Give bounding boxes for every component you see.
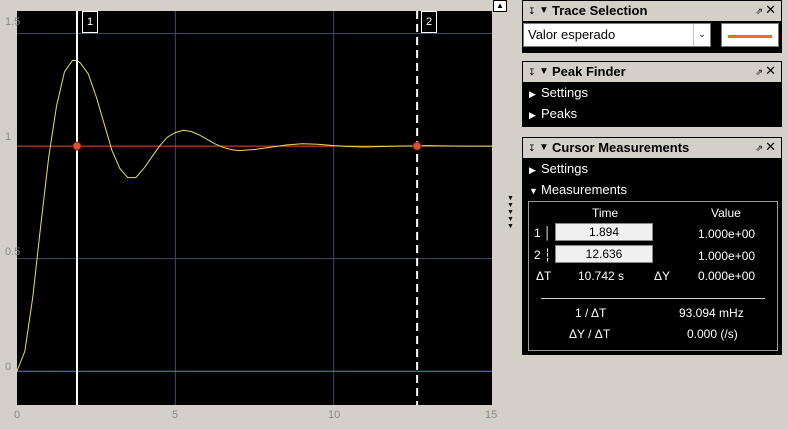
trace-color-swatch (728, 35, 772, 38)
section-label: Peaks (541, 106, 578, 121)
delta-y-label: ΔY (654, 269, 671, 283)
pin-icon[interactable]: ↧ (528, 1, 536, 21)
chevron-down-icon[interactable]: ⌄ (693, 24, 710, 46)
section-label: Measurements (541, 182, 627, 197)
value-column-header: Value (711, 206, 741, 220)
undock-icon[interactable]: ⇗ (755, 62, 763, 82)
close-icon[interactable]: ✕ (765, 0, 776, 20)
collapse-triangle-icon[interactable]: ▼ (539, 1, 549, 21)
trace-dropdown-value: Valor esperado (528, 27, 616, 42)
cursor-2-label: 2 ┆ (534, 248, 552, 262)
cursor-settings-section[interactable]: ▶ Settings (523, 158, 781, 179)
expand-arrow-icon: ▶ (529, 110, 536, 120)
panel-title: Peak Finder (552, 64, 626, 79)
inverse-delta-t-label: 1 / ΔT (575, 306, 607, 320)
x-tick-label: 15 (485, 409, 498, 421)
scope-plot[interactable] (16, 11, 492, 405)
peak-finder-panel: ↧ ▼ Peak Finder ⇗ ✕ ▶ Settings ▶ Peaks (522, 61, 782, 127)
cursor-1-value: 1.000e+00 (698, 227, 756, 241)
expand-arrow-icon: ▶ (529, 89, 536, 99)
cursor-1-label: 1 │ (534, 226, 552, 240)
undock-icon[interactable]: ⇗ (755, 138, 763, 158)
delta-t-value: 10.742 s (578, 269, 625, 283)
trace-line-style-button[interactable] (721, 23, 779, 47)
divider (541, 298, 765, 299)
collapse-arrow-icon: ▼ (529, 186, 538, 196)
y-tick-label: 0 (5, 361, 12, 373)
trace-selection-header[interactable]: ↧ ▼ Trace Selection ⇗ ✕ (523, 1, 781, 21)
cursor-1-time-input[interactable]: 1.894 (555, 223, 653, 241)
cursor-measurements-panel: ↧ ▼ Cursor Measurements ⇗ ✕ ▶ Settings ▼ M… (522, 137, 782, 355)
peak-finder-header[interactable]: ↧ ▼ Peak Finder ⇗ ✕ (523, 62, 781, 82)
y-tick-label: 1.5 (5, 16, 21, 28)
x-tick-label: 10 (328, 409, 341, 421)
measurements-section[interactable]: ▼ Measurements (523, 179, 781, 200)
collapse-triangle-icon[interactable]: ▼ (539, 138, 549, 158)
cursor-2-value: 1.000e+00 (698, 249, 756, 263)
expand-arrow-icon: ▶ (529, 165, 536, 175)
trace-dropdown[interactable]: Valor esperado ⌄ (523, 23, 711, 47)
delta-t-label: ΔT (536, 269, 552, 283)
panel-title: Cursor Measurements (552, 140, 690, 155)
measurements-table: Time Value 1 │ 1.894 1.000e+00 2 ┆ 12.63… (528, 201, 778, 351)
cursor-measurements-header[interactable]: ↧ ▼ Cursor Measurements ⇗ ✕ (523, 138, 781, 158)
close-icon[interactable]: ✕ (765, 137, 776, 157)
undock-icon[interactable]: ⇗ (755, 1, 763, 21)
trace-selection-panel: ↧ ▼ Trace Selection ⇗ ✕ Valor esperado ⌄ (522, 0, 782, 53)
peak-settings-section[interactable]: ▶ Settings (523, 82, 781, 103)
slope-value: 0.000 (/s) (687, 327, 738, 341)
cursor-1-tag[interactable]: 1 (82, 11, 98, 33)
x-tick-label: 0 (14, 409, 21, 421)
cursor-1-marker (72, 141, 82, 151)
pin-icon[interactable]: ↧ (528, 62, 536, 82)
cursor-2-marker (412, 141, 422, 151)
time-column-header: Time (592, 206, 619, 220)
y-tick-label: 0.5 (5, 246, 21, 258)
close-icon[interactable]: ✕ (765, 61, 776, 81)
x-tick-label: 5 (172, 409, 179, 421)
y-tick-label: 1 (5, 131, 12, 143)
response-trace (16, 60, 492, 372)
collapse-panels-icon[interactable]: ▼ ▼ ▼ ▼ ▼ (507, 195, 517, 230)
collapse-triangle-icon[interactable]: ▼ (539, 62, 549, 82)
cursor-2-time-input[interactable]: 12.636 (555, 245, 653, 263)
section-label: Settings (541, 85, 588, 100)
cursor-2-tag[interactable]: 2 (421, 11, 437, 33)
panel-title: Trace Selection (552, 3, 648, 18)
response-chart[interactable] (16, 11, 492, 405)
inverse-delta-t-value: 93.094 mHz (679, 306, 744, 320)
undock-plot-icon[interactable]: ▲ (493, 0, 507, 12)
pin-icon[interactable]: ↧ (528, 138, 536, 158)
slope-label: ΔY / ΔT (569, 327, 611, 341)
peaks-section[interactable]: ▶ Peaks (523, 103, 781, 124)
section-label: Settings (541, 161, 588, 176)
delta-y-value: 0.000e+00 (698, 269, 756, 283)
